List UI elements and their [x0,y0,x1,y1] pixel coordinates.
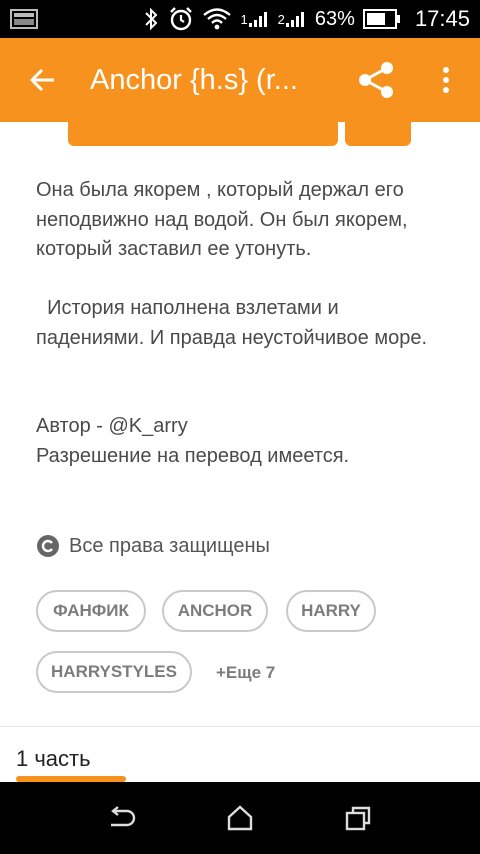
signal-icon-sim1: 1 [240,0,269,38]
copyright-row: Все права защищены [36,532,270,560]
story-description: Она была якорем , который держал его неп… [36,179,428,467]
copyright-text: Все права защищены [69,534,270,557]
tag-chip[interactable]: ANCHOR [162,590,268,632]
clock: 17:45 [414,6,470,31]
navigation-bar [0,782,480,854]
back-arrow-icon [29,68,54,92]
parts-count[interactable]: 1 часть [16,746,91,772]
copyright-icon [37,535,59,557]
tag-chip[interactable]: ФАНФИК [36,590,146,632]
sim1-label: 1 [240,11,248,27]
signal-icon-sim2: 2 [278,0,307,38]
app-bar: Anchor {h.s} (r... [0,38,480,122]
add-to-library-button[interactable] [345,122,411,146]
nav-back-button[interactable] [102,798,142,838]
wifi-icon [202,0,232,38]
more-vert-icon [443,67,449,93]
bluetooth-icon [142,0,160,38]
more-options-button[interactable] [426,38,466,122]
battery-icon [362,0,401,38]
battery-percent: 63% [314,7,355,30]
home-icon [227,805,253,831]
more-tags-link[interactable]: +Еще 7 [216,663,275,683]
screenshot-icon [10,8,40,30]
read-button[interactable] [68,122,338,146]
divider [0,726,480,727]
sim2-label: 2 [277,11,285,27]
story-details[interactable]: Она была якорем , который держал его неп… [0,122,480,782]
recents-icon [345,806,371,831]
back-nav-icon [111,806,136,827]
nav-recents-button[interactable] [338,798,378,838]
tag-chip[interactable]: HARRYSTYLES [36,651,192,693]
share-icon [359,62,393,98]
story-title: Anchor {h.s} (r... [90,63,298,96]
share-button[interactable] [346,38,406,122]
back-button[interactable] [0,38,84,122]
status-bar: 1 2 63% 17:45 [0,0,480,38]
nav-home-button[interactable] [220,798,260,838]
alarm-icon [168,0,194,38]
status-icons: 1 2 63% 17:45 [142,0,470,38]
tag-chip[interactable]: HARRY [286,590,376,632]
